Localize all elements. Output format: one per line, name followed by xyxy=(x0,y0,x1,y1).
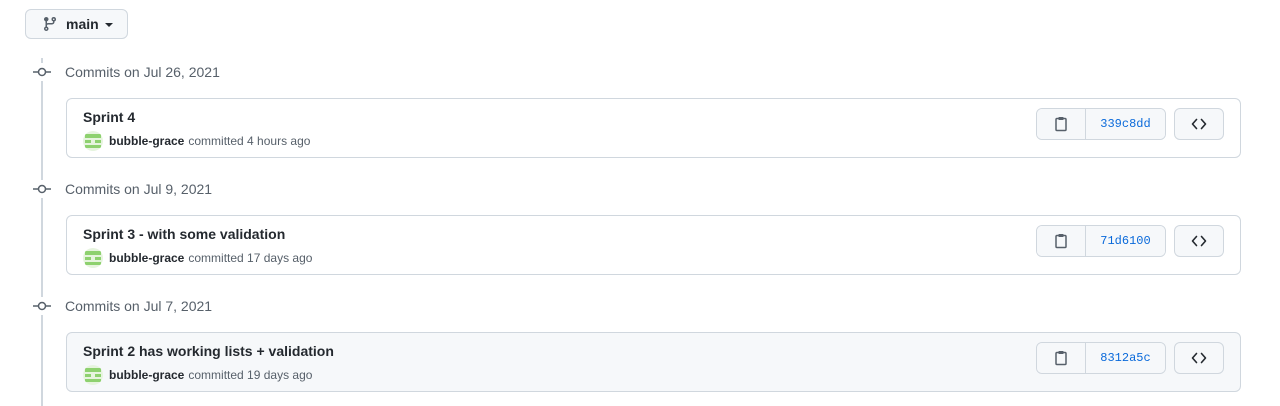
branch-select-button[interactable]: main xyxy=(25,9,128,39)
git-commit-icon xyxy=(33,297,51,315)
avatar[interactable] xyxy=(83,131,103,151)
commit-sha-link[interactable]: 339c8dd xyxy=(1086,109,1165,139)
code-icon xyxy=(1191,350,1207,366)
commit-group-header: Commits on Jul 7, 2021 xyxy=(33,296,212,316)
code-icon xyxy=(1191,233,1207,249)
code-icon xyxy=(1191,116,1207,132)
commit-group-header: Commits on Jul 9, 2021 xyxy=(33,179,212,199)
commit-row: Sprint 2 has working lists + validation … xyxy=(66,332,1241,392)
clipboard-icon xyxy=(1053,350,1069,366)
browse-repo-button[interactable] xyxy=(1174,108,1224,140)
commit-meta: bubble-grace committed 4 hours ago xyxy=(83,131,310,151)
avatar[interactable] xyxy=(83,248,103,268)
commit-author-link[interactable]: bubble-grace xyxy=(109,368,184,382)
git-commit-icon xyxy=(33,180,51,198)
commit-actions: 8312a5c xyxy=(1036,342,1166,374)
browse-repo-button[interactable] xyxy=(1174,342,1224,374)
commit-row: Sprint 3 - with some validation bubble-g… xyxy=(66,215,1241,275)
commit-group-title: Commits on Jul 26, 2021 xyxy=(65,64,220,80)
commit-meta: bubble-grace committed 17 days ago xyxy=(83,248,312,268)
avatar[interactable] xyxy=(83,365,103,385)
commit-time: committed 19 days ago xyxy=(188,368,313,382)
commit-meta: bubble-grace committed 19 days ago xyxy=(83,365,312,385)
commit-message-link[interactable]: Sprint 4 xyxy=(83,109,135,125)
timeline-line xyxy=(41,58,43,406)
copy-sha-button[interactable] xyxy=(1037,226,1086,256)
copy-sha-button[interactable] xyxy=(1037,109,1086,139)
commit-group-header: Commits on Jul 26, 2021 xyxy=(33,62,220,82)
clipboard-icon xyxy=(1053,116,1069,132)
caret-down-icon xyxy=(104,23,113,27)
commit-author-link[interactable]: bubble-grace xyxy=(109,134,184,148)
commit-group-title: Commits on Jul 7, 2021 xyxy=(65,298,213,314)
clipboard-icon xyxy=(1053,233,1069,249)
commit-message-link[interactable]: Sprint 2 has working lists + validation xyxy=(83,343,334,359)
browse-repo-button[interactable] xyxy=(1174,225,1224,257)
commit-time: committed 4 hours ago xyxy=(188,134,311,148)
git-branch-icon xyxy=(42,16,58,32)
commit-actions: 71d6100 xyxy=(1036,225,1166,257)
commit-message-link[interactable]: Sprint 3 - with some validation xyxy=(83,226,285,242)
copy-sha-button[interactable] xyxy=(1037,343,1086,373)
commit-author-link[interactable]: bubble-grace xyxy=(109,251,184,265)
git-commit-icon xyxy=(33,63,51,81)
commit-group-title: Commits on Jul 9, 2021 xyxy=(65,181,213,197)
commit-row: Sprint 4 bubble-grace committed 4 hours … xyxy=(66,98,1241,158)
commit-actions: 339c8dd xyxy=(1036,108,1166,140)
commit-sha-link[interactable]: 71d6100 xyxy=(1086,226,1165,256)
commit-sha-link[interactable]: 8312a5c xyxy=(1086,343,1165,373)
branch-name: main xyxy=(66,16,99,32)
commit-time: committed 17 days ago xyxy=(188,251,313,265)
